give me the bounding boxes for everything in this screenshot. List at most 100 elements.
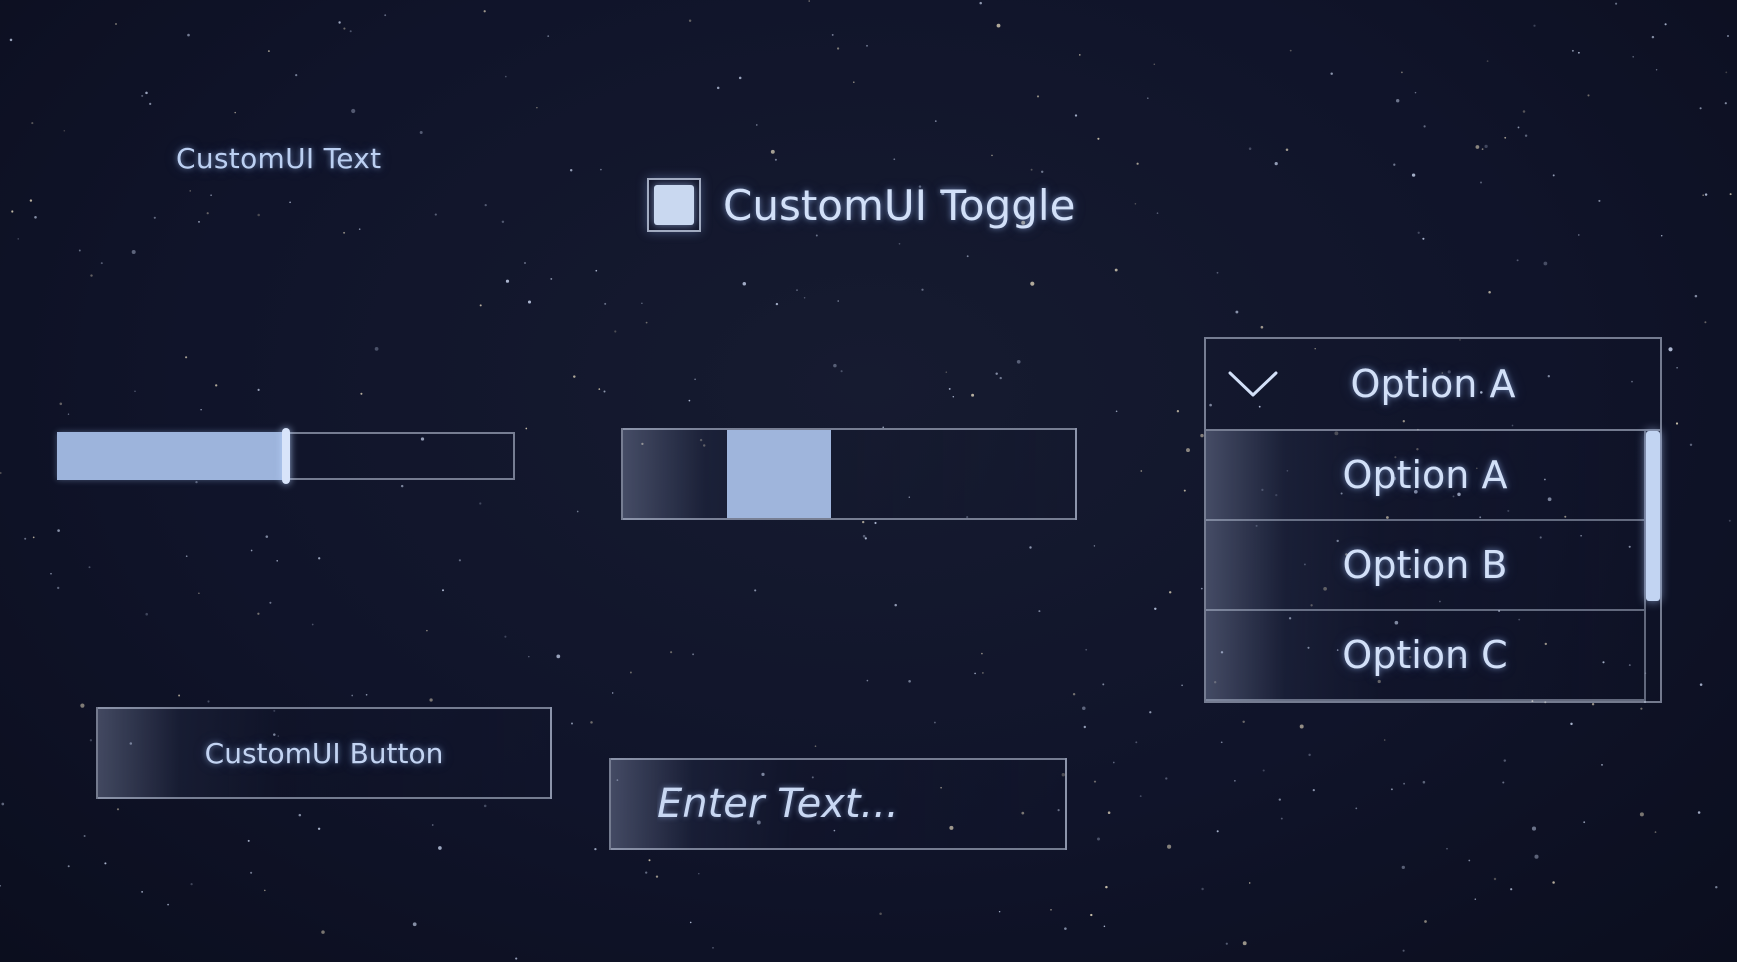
star xyxy=(933,721,936,724)
star xyxy=(426,629,428,632)
star xyxy=(996,23,1001,28)
star xyxy=(200,408,202,411)
toggle-checkbox[interactable] xyxy=(647,178,701,232)
star xyxy=(604,302,607,305)
star xyxy=(9,38,13,42)
star xyxy=(1134,203,1137,205)
star xyxy=(483,10,486,13)
star xyxy=(833,363,837,368)
star xyxy=(1072,692,1076,696)
star xyxy=(1074,114,1078,117)
star xyxy=(1601,764,1603,766)
star xyxy=(1424,920,1427,923)
star xyxy=(198,592,200,595)
custom-button[interactable]: CustomUI Button xyxy=(96,707,552,799)
star xyxy=(419,131,423,134)
star xyxy=(483,804,487,808)
star xyxy=(1355,807,1358,810)
star xyxy=(688,19,692,23)
text-input-field[interactable] xyxy=(609,758,1067,850)
dropdown-option-label: Option B xyxy=(1342,543,1508,587)
star xyxy=(1552,881,1555,884)
star xyxy=(78,249,81,252)
star xyxy=(1165,777,1168,780)
star xyxy=(934,120,937,122)
star xyxy=(1543,261,1548,266)
custom-toggle[interactable]: CustomUI Toggle xyxy=(647,176,1075,234)
star xyxy=(1278,798,1281,801)
star xyxy=(594,847,597,851)
custom-slider[interactable] xyxy=(57,428,515,484)
star xyxy=(400,484,404,488)
star xyxy=(1493,877,1497,881)
star xyxy=(1654,831,1657,833)
star xyxy=(1583,821,1586,824)
star xyxy=(1146,97,1149,100)
star xyxy=(1675,422,1679,425)
star xyxy=(343,231,346,234)
star xyxy=(1082,706,1086,711)
star xyxy=(1516,259,1519,262)
star xyxy=(1727,35,1729,37)
star xyxy=(167,903,170,906)
star xyxy=(504,75,507,78)
star xyxy=(431,824,434,826)
custom-scrollbar[interactable] xyxy=(621,428,1077,520)
dropdown-header[interactable]: Option A xyxy=(1204,337,1662,429)
star xyxy=(1242,941,1247,946)
star xyxy=(981,652,983,655)
custom-text-label: CustomUI Text xyxy=(176,142,382,175)
star xyxy=(576,510,579,513)
star xyxy=(908,680,911,683)
dropdown-option[interactable]: Option B xyxy=(1206,521,1644,611)
star xyxy=(1248,882,1251,884)
star xyxy=(178,694,181,697)
text-input[interactable] xyxy=(611,760,1065,848)
star xyxy=(874,521,877,525)
star xyxy=(1029,546,1032,549)
star xyxy=(1135,741,1138,744)
star xyxy=(1181,684,1183,687)
scrollbar-handle[interactable] xyxy=(727,430,832,518)
star xyxy=(257,612,260,615)
toggle-checkmark xyxy=(654,185,694,225)
star xyxy=(1417,231,1420,234)
star xyxy=(1704,321,1707,324)
star xyxy=(840,370,843,373)
star xyxy=(1030,168,1033,171)
star xyxy=(966,255,969,258)
star xyxy=(1689,443,1693,447)
star xyxy=(742,281,747,286)
star xyxy=(1639,812,1644,817)
star xyxy=(974,672,976,675)
star xyxy=(1660,234,1663,237)
chevron-down-icon xyxy=(1228,371,1278,397)
star xyxy=(648,859,651,862)
star xyxy=(189,190,191,192)
star xyxy=(412,922,417,927)
star xyxy=(1090,913,1093,917)
dropdown-scrollbar[interactable] xyxy=(1644,431,1660,703)
star xyxy=(1697,811,1701,814)
star xyxy=(1640,707,1643,710)
star xyxy=(774,158,777,161)
star xyxy=(1262,769,1265,772)
star xyxy=(484,203,487,207)
star xyxy=(1468,859,1471,862)
slider-fill xyxy=(57,432,286,480)
star xyxy=(952,395,955,398)
star xyxy=(365,693,368,696)
dropdown-option[interactable]: Option A xyxy=(1206,431,1644,521)
dropdown-scroll-handle[interactable] xyxy=(1646,431,1660,601)
dropdown-option[interactable]: Option C xyxy=(1206,611,1644,701)
star xyxy=(1285,148,1289,152)
star xyxy=(1115,410,1118,413)
star xyxy=(195,480,198,484)
star xyxy=(29,199,33,202)
star xyxy=(145,612,148,616)
custom-dropdown[interactable]: Option A Option A Option B Option C xyxy=(1204,337,1662,703)
slider-handle[interactable] xyxy=(282,428,290,484)
star xyxy=(67,865,70,868)
star xyxy=(298,813,302,817)
star xyxy=(1422,780,1426,784)
